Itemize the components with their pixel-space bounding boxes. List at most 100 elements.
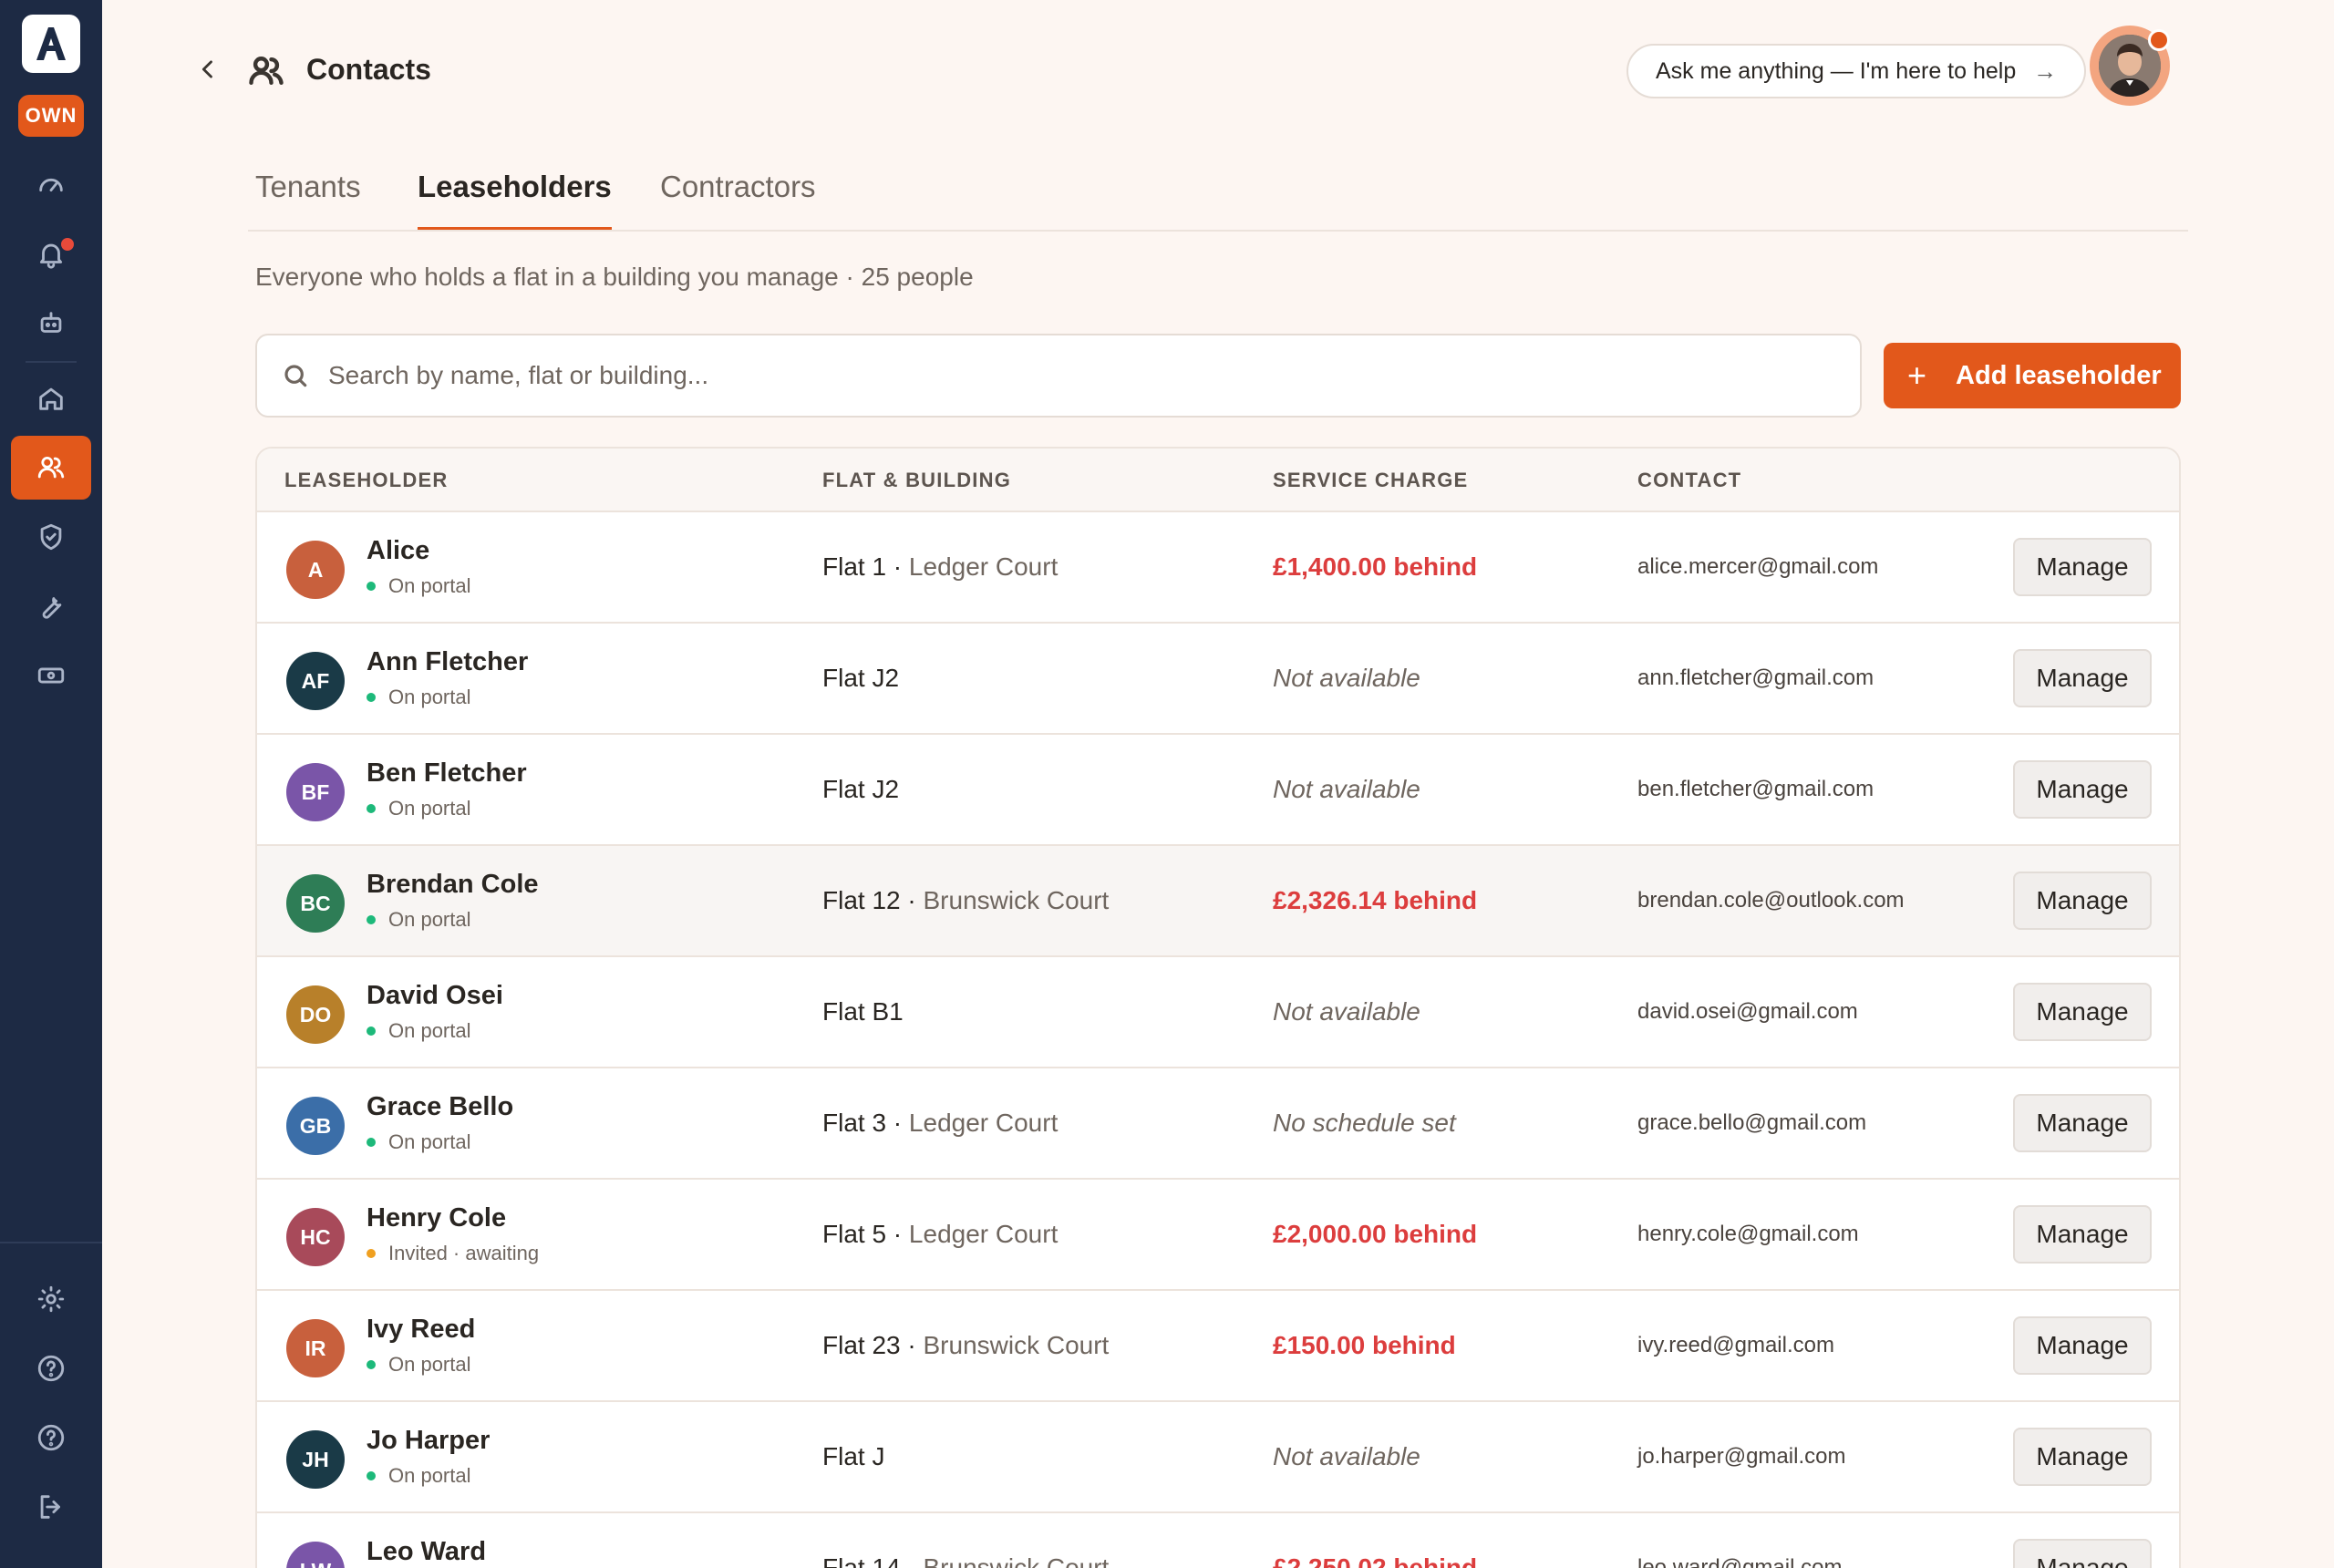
flat-label: Flat 23 (822, 1331, 901, 1359)
manage-button[interactable]: Manage (2013, 1316, 2152, 1375)
leaseholder-name[interactable]: David Osei (367, 981, 503, 1011)
nav-dashboard[interactable] (11, 153, 91, 217)
manage-button[interactable]: Manage (2013, 1539, 2152, 1568)
contact-email[interactable]: alice.mercer@gmail.com (1637, 554, 1878, 580)
help-icon (37, 1355, 65, 1382)
nav-contacts[interactable] (11, 436, 91, 500)
flat-building: Flat 12 · Brunswick Court (822, 886, 1109, 915)
manage-button[interactable]: Manage (2013, 1094, 2152, 1152)
status-text: On portal (388, 1019, 471, 1042)
page-title: Contacts (306, 53, 431, 86)
contact-email[interactable]: ivy.reed@gmail.com (1637, 1333, 1834, 1358)
service-charge: £2,000.00 behind (1273, 1220, 1478, 1248)
flat-label: Flat J (822, 1442, 885, 1470)
contacts-icon (37, 456, 65, 479)
table-row[interactable]: JH Jo Harper On portal Flat J Not available j… (257, 1402, 2179, 1513)
table-row[interactable]: A Alice On portal Flat 1 · Ledger Court £1,4… (257, 512, 2179, 624)
leaseholder-name[interactable]: Brendan Cole (367, 870, 539, 900)
leaseholder-name[interactable]: Ben Fletcher (367, 758, 527, 789)
leaseholder-name[interactable]: Ann Fletcher (367, 647, 528, 677)
table-row[interactable]: IR Ivy Reed On portal Flat 23 · Brunswick C… (257, 1291, 2179, 1402)
portal-status: On portal (367, 1019, 471, 1043)
manage-button[interactable]: Manage (2013, 1428, 2152, 1486)
status-text: On portal (388, 1130, 471, 1153)
flat-building: Flat 1 · Ledger Court (822, 552, 1058, 582)
leaseholder-name[interactable]: Leo Ward (367, 1537, 486, 1567)
avatar: HC (286, 1208, 345, 1266)
table-row[interactable]: LW Leo Ward Flat 14 · Brunswick Court £2,25… (257, 1513, 2179, 1568)
contact-email[interactable]: brendan.cole@outlook.com (1637, 888, 1905, 913)
status-text: Invited · awaiting (388, 1242, 540, 1264)
building-label: Brunswick Court (923, 1553, 1110, 1568)
table-row[interactable]: BF Ben Fletcher On portal Flat J2 Not availa… (257, 735, 2179, 846)
building-label: Brunswick Court (923, 886, 1110, 914)
assistant-prompt-button[interactable]: Ask me anything — I'm here to help → (1627, 44, 2086, 98)
nav-assistant[interactable] (11, 292, 91, 356)
app-logo[interactable] (22, 15, 80, 73)
table-row[interactable]: GB Grace Bello On portal Flat 3 · Ledger Co… (257, 1068, 2179, 1180)
add-leaseholder-button[interactable]: + Add leaseholder (1884, 343, 2181, 408)
nav-settings[interactable] (11, 1267, 91, 1331)
sidebar-divider (26, 361, 77, 363)
search-input[interactable] (328, 361, 1787, 390)
flat-label: Flat 3 (822, 1109, 887, 1137)
nav-support[interactable] (11, 1406, 91, 1470)
contact-email[interactable]: leo.ward@gmail.com (1637, 1555, 1842, 1568)
column-header-flat: FLAT & BUILDING (822, 469, 1012, 491)
avatar: LW (286, 1542, 345, 1568)
portal-status: On portal (367, 574, 471, 598)
tab-contractors[interactable]: Contractors (660, 170, 816, 230)
leaseholder-name[interactable]: Henry Cole (367, 1203, 506, 1233)
manage-button[interactable]: Manage (2013, 649, 2152, 707)
leaseholder-name[interactable]: Alice (367, 536, 429, 566)
flat-building: Flat J2 (822, 664, 899, 693)
table-row[interactable]: HC Henry Cole Invited · awaiting Flat 5 · L… (257, 1180, 2179, 1291)
table-row[interactable]: AF Ann Fletcher On portal Flat J2 Not availa… (257, 624, 2179, 735)
leaseholder-name[interactable]: Jo Harper (367, 1426, 490, 1456)
contact-email[interactable]: ann.fletcher@gmail.com (1637, 665, 1874, 691)
manage-button[interactable]: Manage (2013, 1205, 2152, 1264)
plus-icon: + (1907, 356, 1927, 394)
separator: · (886, 552, 909, 581)
leaseholder-name[interactable]: Ivy Reed (367, 1315, 475, 1345)
portal-status: On portal (367, 1464, 471, 1488)
contact-email[interactable]: henry.cole@gmail.com (1637, 1222, 1859, 1247)
manage-button[interactable]: Manage (2013, 760, 2152, 819)
user-avatar[interactable] (2090, 26, 2170, 106)
sidebar-divider (0, 1242, 102, 1243)
flat-label: Flat J2 (822, 664, 900, 692)
avatar: AF (286, 652, 345, 710)
manage-button[interactable]: Manage (2013, 538, 2152, 596)
search-box (255, 334, 1862, 418)
avatar: IR (286, 1319, 345, 1377)
nav-notifications[interactable] (11, 222, 91, 286)
avatar: JH (286, 1430, 345, 1489)
status-text: On portal (388, 797, 471, 820)
table-row[interactable]: DO David Osei On portal Flat B1 Not availabl… (257, 957, 2179, 1068)
service-charge: Not available (1273, 775, 1420, 803)
separator: · (900, 1553, 924, 1568)
contact-email[interactable]: david.osei@gmail.com (1637, 999, 1858, 1025)
flat-building: Flat 3 · Ledger Court (822, 1109, 1058, 1138)
tab-leaseholders[interactable]: Leaseholders (418, 170, 612, 230)
nav-help[interactable] (11, 1336, 91, 1400)
nav-maintenance[interactable] (11, 574, 91, 638)
avatar: DO (286, 985, 345, 1044)
back-button[interactable] (193, 55, 222, 84)
contact-email[interactable]: grace.bello@gmail.com (1637, 1110, 1866, 1136)
manage-button[interactable]: Manage (2013, 983, 2152, 1041)
nav-properties[interactable] (11, 366, 91, 430)
service-charge: Not available (1273, 997, 1420, 1026)
service-charge: £1,400.00 behind (1273, 552, 1478, 581)
status-dot (367, 804, 376, 813)
contact-email[interactable]: jo.harper@gmail.com (1637, 1444, 1845, 1470)
leaseholder-name[interactable]: Grace Bello (367, 1092, 513, 1122)
nav-finance[interactable] (11, 644, 91, 707)
table-row[interactable]: BC Brendan Cole On portal Flat 12 · Brunswi… (257, 846, 2179, 957)
contact-email[interactable]: ben.fletcher@gmail.com (1637, 777, 1874, 802)
nav-compliance[interactable] (11, 505, 91, 569)
help-icon (37, 1424, 65, 1451)
manage-button[interactable]: Manage (2013, 872, 2152, 930)
nav-logout[interactable] (11, 1475, 91, 1539)
tab-tenants[interactable]: Tenants (255, 170, 361, 230)
